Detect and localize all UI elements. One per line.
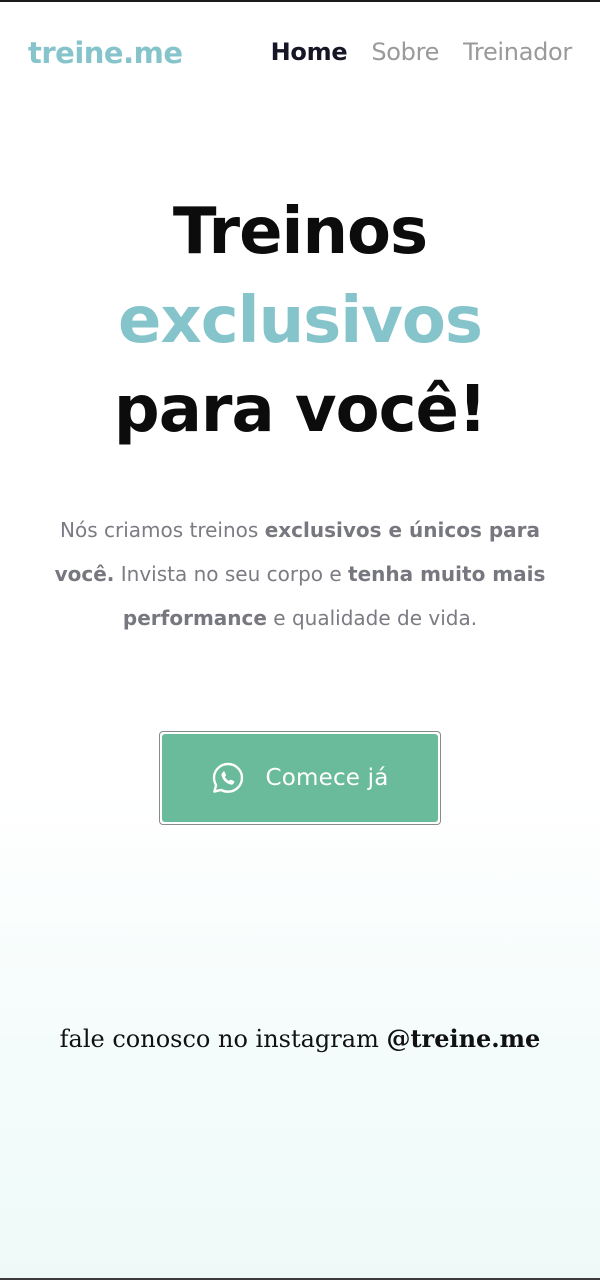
- whatsapp-icon: [211, 761, 245, 795]
- hero-text-part-3: e qualidade de vida.: [266, 606, 478, 630]
- hero-text-part-2: Invista no seu corpo e: [114, 562, 349, 586]
- nav-link-home[interactable]: Home: [271, 38, 348, 66]
- nav-link-sobre[interactable]: Sobre: [371, 38, 439, 66]
- hero-title: Treinos exclusivos para você!: [0, 188, 600, 455]
- logo[interactable]: treine.me: [28, 36, 183, 70]
- nav-links: Home Sobre Treinador: [271, 38, 573, 66]
- cta-button-face[interactable]: Comece já: [162, 734, 438, 822]
- top-border: [0, 0, 600, 2]
- instagram-cta: fale conosco no instagram @treine.me: [0, 1024, 600, 1053]
- instagram-cta-prefix: fale conosco no instagram: [59, 1025, 387, 1053]
- instagram-handle[interactable]: @treine.me: [386, 1024, 540, 1053]
- hero-description: Nós criamos treinos exclusivos e únicos …: [50, 508, 550, 640]
- nav-link-treinador[interactable]: Treinador: [463, 38, 572, 66]
- hero-title-line-1: Treinos: [172, 195, 428, 269]
- navbar: treine.me Home Sobre Treinador: [0, 28, 600, 80]
- hero-text-part-1: Nós criamos treinos: [60, 518, 265, 542]
- hero-title-accent: exclusivos: [118, 284, 483, 358]
- hero-title-line-3: para você!: [113, 373, 487, 447]
- cta-button[interactable]: Comece já: [159, 731, 441, 825]
- cta-button-label: Comece já: [265, 765, 389, 791]
